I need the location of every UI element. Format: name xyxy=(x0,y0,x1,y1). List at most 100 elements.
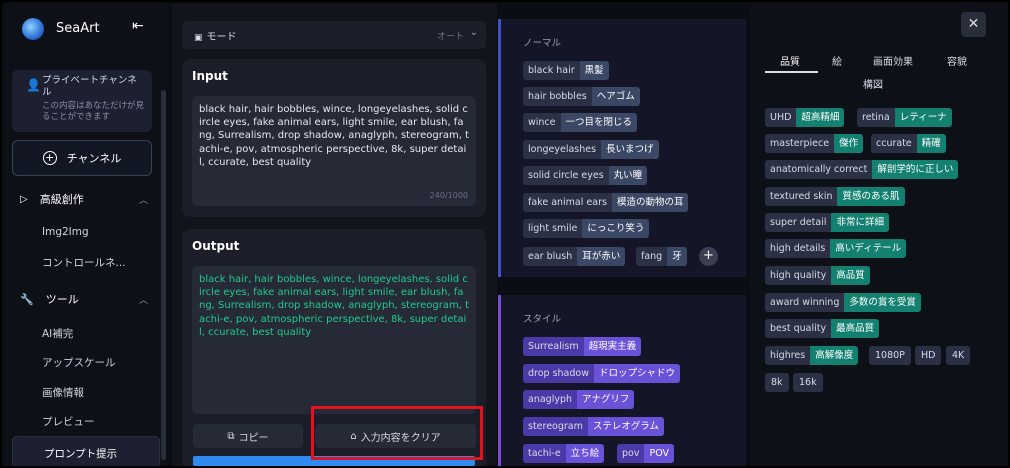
tag-jp: 質感のある肌 xyxy=(837,187,905,206)
sidebar-item-img2img[interactable]: Img2Img xyxy=(42,226,89,238)
output-title: Output xyxy=(192,239,240,253)
tab-appearance[interactable]: 容貌 xyxy=(947,53,967,68)
tag[interactable]: longeyelashes 長いまつげ xyxy=(523,140,659,159)
tag[interactable]: super detail 非常に詳細 xyxy=(765,213,889,232)
user-icon: 👤 xyxy=(26,78,41,92)
copy-icon: ⧉ xyxy=(227,430,235,442)
tag-en: Surrealism xyxy=(523,337,584,356)
tag[interactable]: best quality 最高品質 xyxy=(765,319,880,338)
tag-jp: 精確 xyxy=(916,134,946,153)
mode-select[interactable]: ▣ モード オート ⌄ xyxy=(182,21,486,49)
output-text: black hair, hair bobbles, wince, longeye… xyxy=(199,274,469,338)
tab-screen-effect[interactable]: 画面効果 xyxy=(873,53,913,68)
tab-composition[interactable]: 構図 xyxy=(863,76,883,91)
panel-accent xyxy=(498,19,501,277)
tag-jp: 多数の賞を受賞 xyxy=(844,293,921,312)
brand-name: SeaArt xyxy=(56,21,100,36)
tag[interactable]: highres 高解像度 xyxy=(765,346,859,365)
tag-en: fang xyxy=(636,247,668,266)
close-icon[interactable]: ✕ xyxy=(961,12,986,37)
tag[interactable]: solid circle eyes 丸い瞳 xyxy=(523,166,648,185)
sidebar-item-upscale[interactable]: アップスケール xyxy=(42,355,116,370)
tag-en: light smile xyxy=(523,219,583,238)
tag-jp: 超高精細 xyxy=(796,108,845,127)
tag-jp: 非常に詳細 xyxy=(831,213,889,232)
normal-title: ノーマル xyxy=(523,38,562,49)
tab-picture[interactable]: 絵 xyxy=(832,53,842,68)
tag[interactable]: high quality 高品質 xyxy=(765,266,870,285)
wrench-icon: 🔧 xyxy=(20,292,34,306)
tag-jp: POV xyxy=(644,444,675,463)
tag[interactable]: black hair 黒髪 xyxy=(523,61,609,80)
tag-jp: 超現実主義 xyxy=(583,337,642,356)
tag-en: anatomically correct xyxy=(765,160,873,179)
tag-en: UHD xyxy=(765,108,797,127)
tag[interactable]: 8k xyxy=(765,373,789,392)
sidebar-section-advanced[interactable]: ▷ 高級創作 ︿ xyxy=(20,191,152,207)
tag[interactable]: tachi-e 立ち絵 xyxy=(523,444,605,463)
tag[interactable]: fake animal ears 模造の動物の耳 xyxy=(523,193,689,212)
tag-jp: アナグリフ xyxy=(577,390,635,409)
tag[interactable]: Surrealism 超現実主義 xyxy=(523,337,642,356)
copy-label: コピー xyxy=(238,432,269,444)
tag-jp: 牙 xyxy=(667,247,687,266)
tag[interactable]: stereogram ステレオグラム xyxy=(523,417,664,436)
tag[interactable]: 16k xyxy=(793,373,823,392)
tag-en: super detail xyxy=(765,213,832,232)
tag[interactable]: retina レティーナ xyxy=(857,108,952,127)
tag-en: high details xyxy=(765,239,831,258)
channel-button-label: チャンネル xyxy=(66,152,122,165)
tag-jp: 高いディテール xyxy=(830,239,907,258)
tag-jp: 一つ目を閉じる xyxy=(560,113,638,132)
tag-jp: 立ち絵 xyxy=(565,444,605,463)
tag[interactable]: light smile にっこり笑う xyxy=(523,219,650,238)
tag-en: tachi-e xyxy=(523,444,566,463)
tag[interactable]: fang 牙 xyxy=(636,247,687,266)
tag[interactable]: high details 高いディテール xyxy=(765,239,907,258)
sidebar-item-prompt-hint[interactable]: プロンプト提示 xyxy=(12,436,160,466)
tag[interactable]: 1080P xyxy=(869,346,911,365)
play-icon: ▷ xyxy=(20,193,28,205)
tag[interactable]: anatomically correct 解剖学的に正しい xyxy=(765,160,959,179)
chevron-down-icon: ⌄ xyxy=(469,27,478,38)
sidebar-item-preview[interactable]: プレビュー xyxy=(42,414,95,429)
tag[interactable]: ccurate 精確 xyxy=(871,134,946,153)
tag[interactable]: textured skin 質感のある肌 xyxy=(765,187,905,206)
tag[interactable]: drop shadow ドロップシャドウ xyxy=(523,364,681,383)
tag[interactable]: masterpiece 傑作 xyxy=(765,134,864,153)
add-tag-button[interactable]: + xyxy=(699,247,718,266)
sidebar-section-label: 高級創作 xyxy=(39,193,84,206)
tag[interactable]: anaglyph アナグリフ xyxy=(523,390,635,409)
tag[interactable]: hair bobbles ヘアゴム xyxy=(523,87,640,106)
tag[interactable]: HD xyxy=(915,346,942,365)
sidebar-item-image-info[interactable]: 画像情報 xyxy=(42,385,84,400)
sidebar-scrollbar[interactable] xyxy=(161,90,166,460)
category-panel xyxy=(750,4,1008,466)
tag[interactable]: pov POV xyxy=(617,444,675,463)
tag[interactable]: 4K xyxy=(946,346,971,365)
collapse-left-icon[interactable]: ⇤ xyxy=(132,18,144,34)
tab-quality[interactable]: 品質 xyxy=(780,53,800,68)
tag-en: longeyelashes xyxy=(523,140,602,159)
tag-en: solid circle eyes xyxy=(523,166,609,185)
tag[interactable]: award winning 多数の賞を受賞 xyxy=(765,293,921,312)
input-textarea[interactable]: black hair, hair bobbles, wince, longeye… xyxy=(192,96,476,206)
prompt-editor: ▣ モード オート ⌄ Input black hair, hair bobble… xyxy=(172,4,497,466)
sidebar-item-controlnet[interactable]: コントロールネ... xyxy=(42,255,126,270)
copy-button[interactable]: ⧉ コピー xyxy=(193,424,303,448)
tag-jp: 解剖学的に正しい xyxy=(872,160,959,179)
sidebar-section-tools[interactable]: 🔧 ツール ︿ xyxy=(20,291,152,307)
channel-button[interactable]: + チャンネル xyxy=(12,140,152,176)
private-channel-card[interactable]: 👤 プライベートチャンネル この内容はあなただけが見ることができます xyxy=(12,70,152,132)
seaart-logo-icon xyxy=(22,18,44,40)
tag-jp: 丸い瞳 xyxy=(608,166,648,185)
tag-en: anaglyph xyxy=(523,390,578,409)
output-textarea[interactable]: black hair, hair bobbles, wince, longeye… xyxy=(192,266,476,414)
sidebar-item-ai-complete[interactable]: AI補完 xyxy=(42,326,73,341)
tag[interactable]: ear blush 耳が赤い xyxy=(523,247,626,266)
tag-en: ccurate xyxy=(871,134,917,153)
plus-icon: + xyxy=(42,151,57,165)
tag[interactable]: UHD 超高精細 xyxy=(765,108,845,127)
tag-en: black hair xyxy=(523,61,580,80)
tag[interactable]: wince 一つ目を閉じる xyxy=(523,113,638,132)
